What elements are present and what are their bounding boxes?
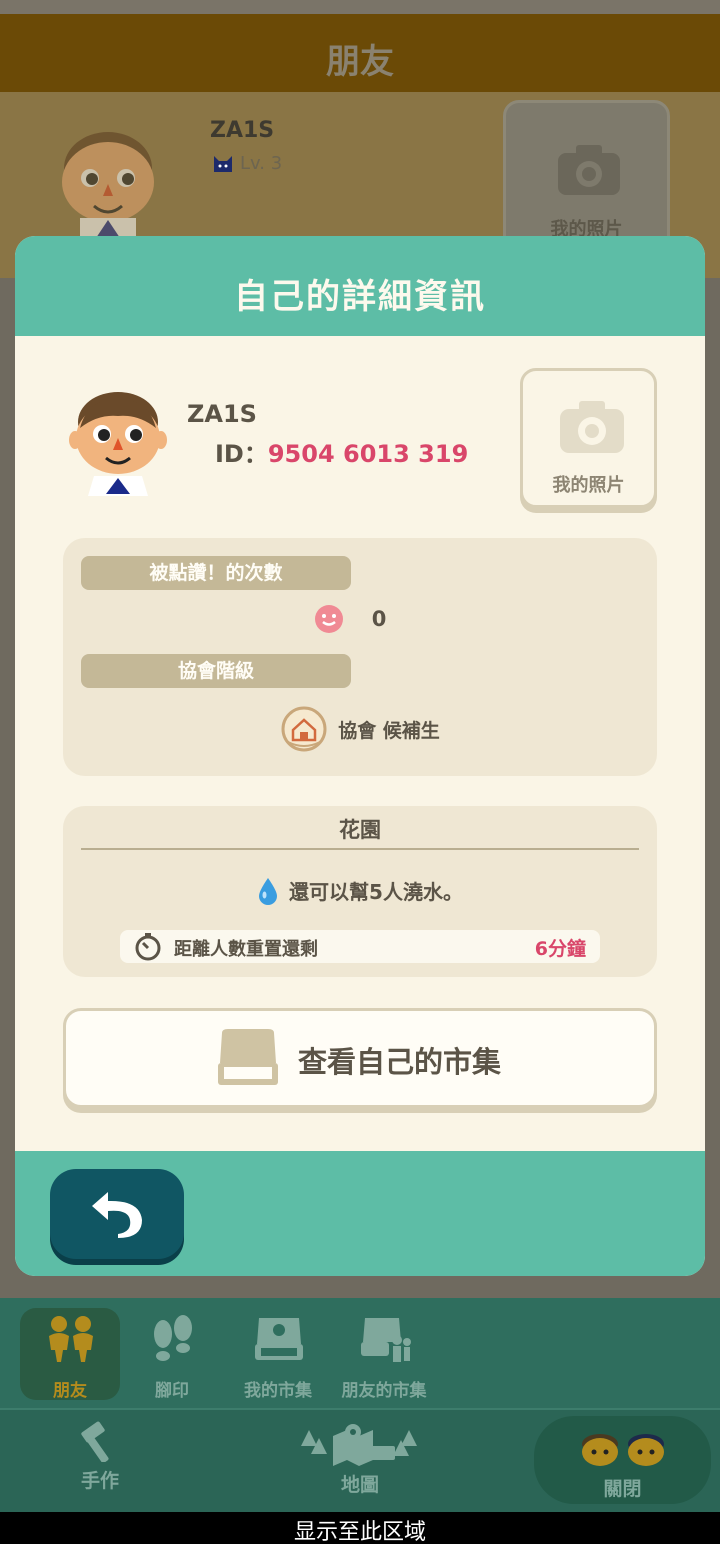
my-photo-button[interactable]: 我的照片 (520, 368, 657, 508)
timer-icon (135, 933, 161, 961)
profile-detail-dialog: 自己的詳細資訊 ZA1S ID：9504 6013 319 我的照片 被點讚！的… (15, 236, 705, 1276)
friends-market-icon (361, 1318, 411, 1362)
friends-icon (49, 1316, 93, 1362)
water-drop-icon (259, 877, 278, 905)
reset-label: 距離人數重置還剩 (174, 939, 318, 960)
tab-friends-market-label: 朋友的市集 (341, 1381, 427, 1401)
background-avatar (62, 132, 154, 242)
smile-icon (314, 605, 343, 633)
system-overlay-bar: 显示至此区域 (0, 1512, 720, 1544)
villagers-icon (582, 1434, 664, 1466)
rank-row: 協會 候補生 (63, 706, 657, 752)
player-id: ID：9504 6013 319 (215, 434, 468, 469)
garden-card: 花園 還可以幫5人澆水。 距離人數重置還剩 6分鐘 (63, 806, 657, 977)
footprints-icon (154, 1315, 192, 1361)
view-my-market-label: 查看自己的市集 (298, 1045, 502, 1079)
tab-friends-market[interactable]: 朋友的市集 (334, 1308, 434, 1401)
camera-icon (558, 145, 620, 195)
map-icon (301, 1424, 417, 1466)
back-arrow-icon (92, 1192, 142, 1238)
player-id-label: ID： (215, 440, 268, 468)
tab-footprints[interactable]: 腳印 (122, 1308, 222, 1401)
dialog-header: 自己的詳細資訊 (15, 236, 705, 336)
likes-row: 0 (63, 604, 657, 634)
craft-button[interactable]: 手作 (60, 1420, 140, 1493)
reset-timer-bar: 距離人數重置還剩 6分鐘 (120, 930, 600, 963)
garden-divider (81, 848, 639, 850)
water-remaining-text: 還可以幫5人澆水。 (289, 880, 463, 904)
rank-value: 協會 候補生 (338, 719, 440, 742)
likes-count: 0 (371, 607, 387, 631)
my-market-icon (255, 1318, 303, 1360)
close-button[interactable]: 關閉 (534, 1416, 711, 1504)
likes-label: 被點讚！的次數 (81, 556, 351, 590)
my-photo-label: 我的照片 (552, 475, 625, 496)
background-level-text: Lv. 3 (240, 152, 283, 174)
water-row: 還可以幫5人澆水。 (63, 876, 657, 905)
player-id-value: 9504 6013 319 (267, 440, 469, 468)
map-button[interactable]: 地圖 (290, 1420, 430, 1497)
player-name: ZA1S (187, 400, 257, 428)
garden-title: 花園 (339, 818, 381, 842)
stats-card: 被點讚！的次數 0 協會階級 協會 候補生 (63, 538, 657, 776)
back-button[interactable] (50, 1169, 184, 1259)
reset-value: 6分鐘 (534, 938, 586, 960)
avatar (69, 392, 167, 496)
map-label: 地圖 (340, 1474, 379, 1496)
view-my-market-button[interactable]: 查看自己的市集 (63, 1008, 657, 1108)
cat-icon (214, 156, 232, 172)
dialog-title: 自己的詳細資訊 (234, 277, 486, 317)
camera-icon (560, 401, 624, 453)
hammer-icon (81, 1421, 109, 1463)
background-friend-level: Lv. 3 (212, 152, 282, 174)
craft-label: 手作 (80, 1470, 119, 1492)
background-header: 朋友 (0, 0, 720, 92)
background-friend-name: ZA1S (210, 118, 275, 143)
rank-badge-icon (281, 706, 327, 752)
rank-label: 協會階級 (81, 654, 351, 688)
background-title: 朋友 (326, 42, 394, 82)
system-overlay-text: 显示至此区域 (293, 1520, 426, 1544)
market-stall-icon (218, 1029, 278, 1085)
close-label: 關閉 (603, 1478, 642, 1500)
tab-my-market[interactable]: 我的市集 (228, 1308, 328, 1401)
